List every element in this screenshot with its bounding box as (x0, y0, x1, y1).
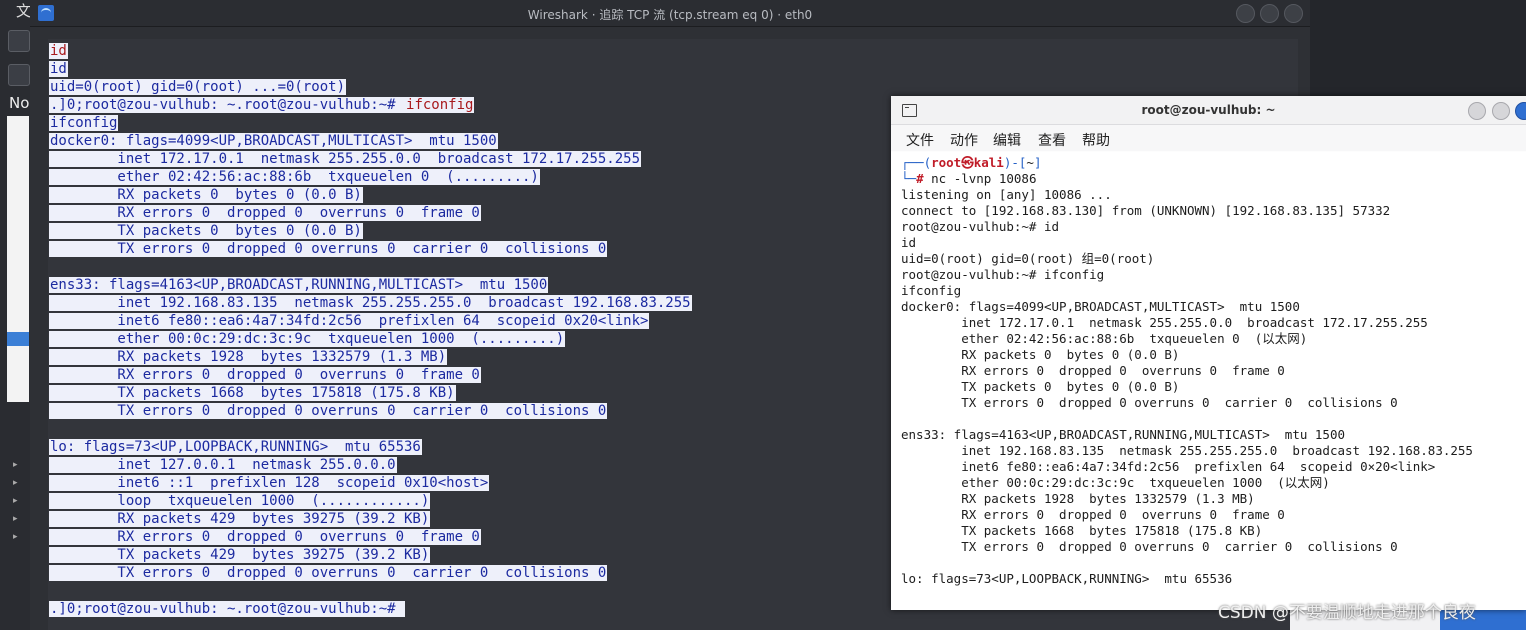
stream-line: TX errors 0 dropped 0 overruns 0 carrier… (49, 565, 608, 581)
stream-line: RX errors 0 dropped 0 overruns 0 frame 0 (49, 367, 481, 383)
terminal-output-line: inet 192.168.83.135 netmask 255.255.255.… (901, 443, 1473, 458)
terminal-output-line: connect to [192.168.83.130] from (UNKNOW… (901, 203, 1391, 218)
terminal-output-line: id (901, 235, 917, 250)
terminal-output-line: lo: flags=73<UP,LOOPBACK,RUNNING> mtu 65… (901, 571, 1233, 586)
expand-arrow-icon[interactable]: ▸ (13, 532, 18, 542)
background-app-strip: 文 No ▸ ▸ ▸ ▸ ▸ (0, 0, 31, 630)
stream-line: id (49, 61, 68, 77)
terminal-minimize-button[interactable] (1468, 102, 1486, 120)
background-filter-icon[interactable] (8, 64, 30, 86)
stream-line: inet 172.17.0.1 netmask 255.255.0.0 broa… (49, 151, 642, 167)
wireshark-window-title: Wireshark · 追踪 TCP 流 (tcp.stream eq 0) ·… (527, 8, 813, 22)
watermark: CSDN @不要温顺地走进那个良夜 (1218, 603, 1476, 623)
terminal-menu-item[interactable]: 编辑 (993, 130, 1021, 150)
terminal-output-line: inet 172.17.0.1 netmask 255.255.0.0 broa… (901, 315, 1428, 330)
stream-line: RX packets 1928 bytes 1332579 (1.3 MB) (49, 349, 448, 365)
terminal-output-line: TX packets 1668 bytes 175818 (175.8 KB) (901, 523, 1263, 538)
terminal-close-button[interactable] (1515, 102, 1526, 120)
stream-line: lo: flags=73<UP,LOOPBACK,RUNNING> mtu 65… (49, 439, 422, 455)
terminal-titlebar[interactable]: root@zou-vulhub: ~ (891, 96, 1526, 125)
packet-list-panel (7, 116, 29, 402)
stream-line: id (49, 43, 68, 59)
stream-line: docker0: flags=4099<UP,BROADCAST,MULTICA… (49, 133, 498, 149)
stream-line: loop txqueuelen 1000 (............) (49, 493, 431, 509)
terminal-menu-item[interactable]: 文件 (906, 130, 934, 150)
stream-line: inet 192.168.83.135 netmask 255.255.255.… (49, 295, 692, 311)
maximize-button[interactable] (1260, 4, 1279, 23)
terminal-window: root@zou-vulhub: ~ 文件 动作 编辑 查看 帮助 ┌──(root㉿k… (891, 96, 1526, 610)
stream-line: inet6 ::1 prefixlen 128 scopeid 0x10<hos… (49, 475, 490, 491)
terminal-output[interactable]: ┌──(root㉿kali)-[~] └─# nc -lvnp 10086 li… (891, 152, 1526, 610)
prompt-command: nc -lvnp 10086 (931, 171, 1037, 186)
expand-arrow-icon[interactable]: ▸ (13, 478, 18, 488)
stream-line: .]0;root@zou-vulhub: ~.root@zou-vulhub:~… (49, 97, 475, 113)
stream-line: .]0;root@zou-vulhub: ~.root@zou-vulhub:~… (49, 601, 406, 617)
stream-line: inet 127.0.0.1 netmask 255.0.0.0 (49, 457, 397, 473)
stream-line: TX packets 429 bytes 39275 (39.2 KB) (49, 547, 431, 563)
terminal-output-line: RX errors 0 dropped 0 overruns 0 frame 0 (901, 363, 1285, 378)
stream-line: TX errors 0 dropped 0 overruns 0 carrier… (49, 241, 608, 257)
stream-line: RX errors 0 dropped 0 overruns 0 frame 0 (49, 529, 481, 545)
expand-arrow-icon[interactable]: ▸ (13, 460, 18, 470)
background-menu-item[interactable]: 文 (16, 0, 31, 21)
terminal-output-line: ether 02:42:56:ac:88:6b txqueuelen 0 (以太… (901, 331, 1308, 346)
terminal-output-line: RX packets 0 bytes 0 (0.0 B) (901, 347, 1180, 362)
terminal-menu-item[interactable]: 帮助 (1082, 130, 1110, 150)
stream-line: ether 02:42:56:ac:88:6b txqueuelen 0 (..… (49, 169, 540, 185)
close-button[interactable] (1284, 4, 1303, 23)
stream-line: RX packets 429 bytes 39275 (39.2 KB) (49, 511, 431, 527)
prompt-dir: ~ (1026, 155, 1034, 170)
terminal-menu-item[interactable]: 查看 (1038, 130, 1066, 150)
prompt-line-2: └─# nc -lvnp 10086 (901, 171, 1037, 186)
stream-line: inet6 fe80::ea6:4a7:34fd:2c56 prefixlen … (49, 313, 650, 329)
terminal-output-line: ens33: flags=4163<UP,BROADCAST,RUNNING,M… (901, 427, 1346, 442)
background-toolbar-button[interactable] (8, 30, 30, 52)
prompt-user: root㉿kali (931, 155, 1004, 170)
stream-line: uid=0(root) gid=0(root) ...=0(root) (49, 79, 347, 95)
terminal-menu-item[interactable]: 动作 (950, 130, 978, 150)
wireshark-titlebar[interactable]: Wireshark · 追踪 TCP 流 (tcp.stream eq 0) ·… (30, 0, 1310, 27)
stream-line: ens33: flags=4163<UP,BROADCAST,RUNNING,M… (49, 277, 549, 293)
terminal-output-line: root@zou-vulhub:~# id (901, 219, 1060, 234)
terminal-output-line: RX packets 1928 bytes 1332579 (1.3 MB) (901, 491, 1255, 506)
minimize-button[interactable] (1236, 4, 1255, 23)
expand-arrow-icon[interactable]: ▸ (13, 496, 18, 506)
terminal-maximize-button[interactable] (1492, 102, 1510, 120)
terminal-output-line: ether 00:0c:29:dc:3c:9c txqueuelen 1000 … (901, 475, 1330, 490)
terminal-output-line: TX packets 0 bytes 0 (0.0 B) (901, 379, 1180, 394)
stream-line: RX packets 0 bytes 0 (0.0 B) (49, 187, 363, 203)
prompt-line-1: ┌──(root㉿kali)-[~] (901, 155, 1042, 170)
packet-list-column-no: No (9, 94, 30, 112)
stream-line: TX packets 1668 bytes 175818 (175.8 KB) (49, 385, 456, 401)
stream-line: TX packets 0 bytes 0 (0.0 B) (49, 223, 363, 239)
stream-line: TX errors 0 dropped 0 overruns 0 carrier… (49, 403, 608, 419)
terminal-output-line: inet6 fe80::ea6:4a7:34fd:2c56 prefixlen … (901, 459, 1436, 474)
terminal-menubar: 文件 动作 编辑 查看 帮助 (891, 125, 1526, 151)
terminal-output-line: uid=0(root) gid=0(root) 组=0(root) (901, 251, 1155, 266)
stream-line: ifconfig (49, 115, 119, 131)
stream-line: ether 00:0c:29:dc:3c:9c txqueuelen 1000 … (49, 331, 566, 347)
terminal-output-line: TX errors 0 dropped 0 overruns 0 carrier… (901, 539, 1398, 554)
expand-arrow-icon[interactable]: ▸ (13, 514, 18, 524)
terminal-output-line: root@zou-vulhub:~# ifconfig (901, 267, 1105, 282)
stream-line: RX errors 0 dropped 0 overruns 0 frame 0 (49, 205, 481, 221)
terminal-title: root@zou-vulhub: ~ (1141, 103, 1276, 117)
terminal-output-line: TX errors 0 dropped 0 overruns 0 carrier… (901, 395, 1398, 410)
selected-row (7, 332, 29, 346)
terminal-output-line: RX errors 0 dropped 0 overruns 0 frame 0 (901, 507, 1285, 522)
terminal-output-line: docker0: flags=4099<UP,BROADCAST,MULTICA… (901, 299, 1300, 314)
terminal-output-line: listening on [any] 10086 ... (901, 187, 1112, 202)
terminal-output-line: ifconfig (901, 283, 962, 298)
